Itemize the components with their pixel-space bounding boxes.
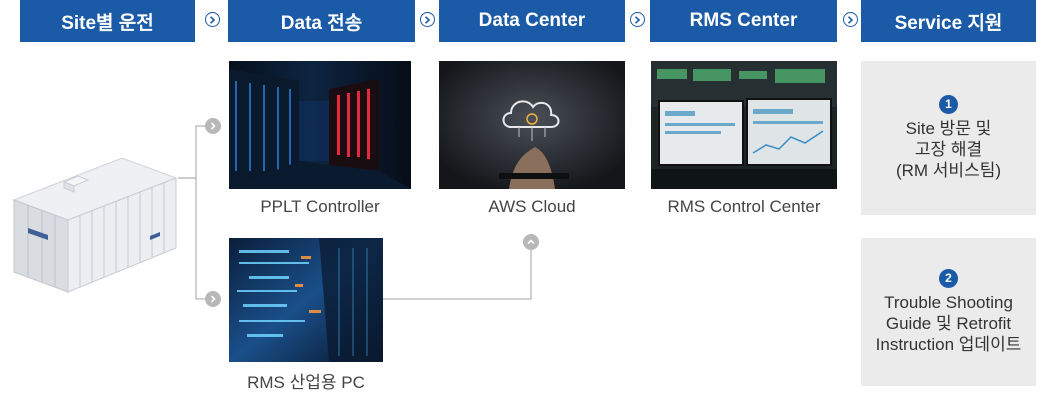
rms-control-center-caption: RMS Control Center bbox=[667, 197, 821, 216]
service-item-troubleshooting: 2 Trouble Shooting Guide 및 Retrofit Inst… bbox=[861, 238, 1036, 386]
service-item-line: Trouble Shooting bbox=[884, 293, 1013, 312]
aws-cloud-image bbox=[439, 61, 625, 189]
rms-control-center-image bbox=[651, 61, 837, 189]
connector-arrow-icon bbox=[205, 291, 221, 307]
aws-cloud-caption: AWS Cloud bbox=[488, 197, 576, 216]
connector-arrow-up-icon bbox=[523, 234, 539, 250]
connector-arrow-icon bbox=[205, 118, 221, 134]
pplt-machine-image bbox=[12, 157, 178, 293]
service-item-onsite: 1 Site 방문 및 고장 해결 (RM 서비스팀) bbox=[861, 61, 1036, 215]
number-badge-icon: 1 bbox=[939, 95, 958, 114]
pplt-controller-caption: PPLT Controller bbox=[260, 197, 380, 216]
service-item-line: Site 방문 및 bbox=[905, 119, 992, 138]
service-item-line: 고장 해결 bbox=[914, 140, 983, 159]
pplt-controller-image bbox=[229, 61, 411, 189]
rms-industrial-pc-caption: RMS 산업용 PC bbox=[247, 373, 365, 392]
service-item-line: Guide 및 Retrofit bbox=[885, 314, 1012, 333]
number-badge-icon: 2 bbox=[939, 269, 958, 288]
service-item-line: Instruction 업데이트 bbox=[875, 335, 1022, 354]
service-item-line: (RM 서비스팀) bbox=[895, 161, 1002, 180]
rms-industrial-pc-image bbox=[229, 238, 383, 362]
